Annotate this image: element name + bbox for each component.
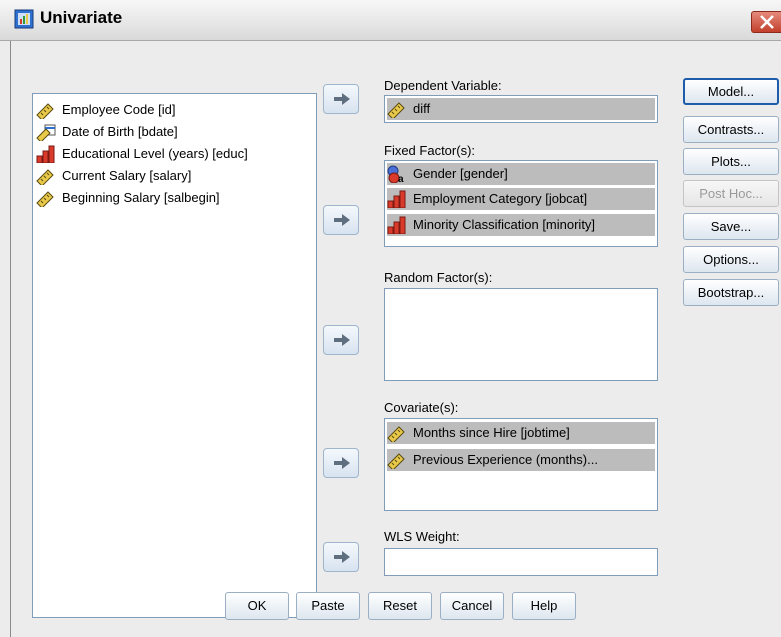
ordinal-bars-icon — [36, 145, 56, 163]
window-title: Univariate — [40, 8, 123, 27]
help-button[interactable]: Help — [512, 592, 576, 620]
random-factors-list[interactable] — [384, 288, 658, 381]
arrow-right-icon — [334, 551, 350, 563]
scale-ruler-icon — [36, 101, 56, 119]
dialog-body: Employee Code [id] Date of Birth [bdate]… — [10, 41, 781, 637]
ok-button[interactable]: OK — [225, 592, 289, 620]
list-item[interactable]: Previous Experience (months)... — [387, 449, 655, 471]
close-button[interactable] — [751, 11, 781, 33]
scale-ruler-icon — [387, 100, 407, 118]
save-button[interactable]: Save... — [683, 213, 779, 240]
contrasts-button[interactable]: Contrasts... — [683, 116, 779, 143]
source-variable-list[interactable]: Employee Code [id] Date of Birth [bdate]… — [32, 93, 317, 618]
list-item[interactable]: Gender [gender] — [387, 163, 655, 185]
move-to-dependent-button[interactable] — [323, 84, 359, 114]
nominal-icon — [387, 165, 407, 183]
date-scale-icon — [36, 123, 56, 141]
scale-ruler-icon — [387, 451, 407, 469]
scale-ruler-icon — [36, 189, 56, 207]
covariates-label: Covariate(s): — [384, 400, 459, 415]
options-button[interactable]: Options... — [683, 246, 779, 273]
arrow-right-icon — [334, 214, 350, 226]
list-item[interactable]: diff — [387, 98, 655, 120]
post-hoc-button[interactable]: Post Hoc... — [683, 180, 779, 207]
reset-button[interactable]: Reset — [368, 592, 432, 620]
dependent-variable-label: Dependent Variable: — [384, 78, 502, 93]
move-to-fixed-factors-button[interactable] — [323, 205, 359, 235]
dependent-variable-field[interactable]: diff — [384, 95, 658, 123]
scale-ruler-icon — [387, 424, 407, 442]
arrow-right-icon — [334, 457, 350, 469]
list-item[interactable]: Employment Category [jobcat] — [387, 188, 655, 210]
univariate-dialog: Univariate Employee Code [id] Date of Bi… — [0, 0, 781, 637]
random-factors-label: Random Factor(s): — [384, 270, 493, 285]
close-icon — [760, 15, 774, 29]
list-item[interactable]: Months since Hire [jobtime] — [387, 422, 655, 444]
title-bar: Univariate — [0, 0, 781, 41]
ordinal-bars-icon — [387, 190, 407, 208]
model-button[interactable]: Model... — [683, 78, 779, 105]
arrow-right-icon — [334, 93, 350, 105]
fixed-factors-label: Fixed Factor(s): — [384, 143, 476, 158]
list-item[interactable]: Minority Classification [minority] — [387, 214, 655, 236]
plots-button[interactable]: Plots... — [683, 148, 779, 175]
move-to-random-factors-button[interactable] — [323, 325, 359, 355]
app-icon — [14, 9, 34, 29]
arrow-right-icon — [334, 334, 350, 346]
wls-weight-field[interactable] — [384, 548, 658, 576]
cancel-button[interactable]: Cancel — [440, 592, 504, 620]
move-to-covariates-button[interactable] — [323, 448, 359, 478]
move-to-wls-weight-button[interactable] — [323, 542, 359, 572]
covariates-list[interactable]: Months since Hire [jobtime] Previous Exp… — [384, 418, 658, 511]
scale-ruler-icon — [36, 167, 56, 185]
wls-weight-label: WLS Weight: — [384, 529, 460, 544]
bootstrap-button[interactable]: Bootstrap... — [683, 279, 779, 306]
paste-button[interactable]: Paste — [296, 592, 360, 620]
ordinal-bars-icon — [387, 216, 407, 234]
fixed-factors-list[interactable]: Gender [gender] Employment Category [job… — [384, 160, 658, 247]
